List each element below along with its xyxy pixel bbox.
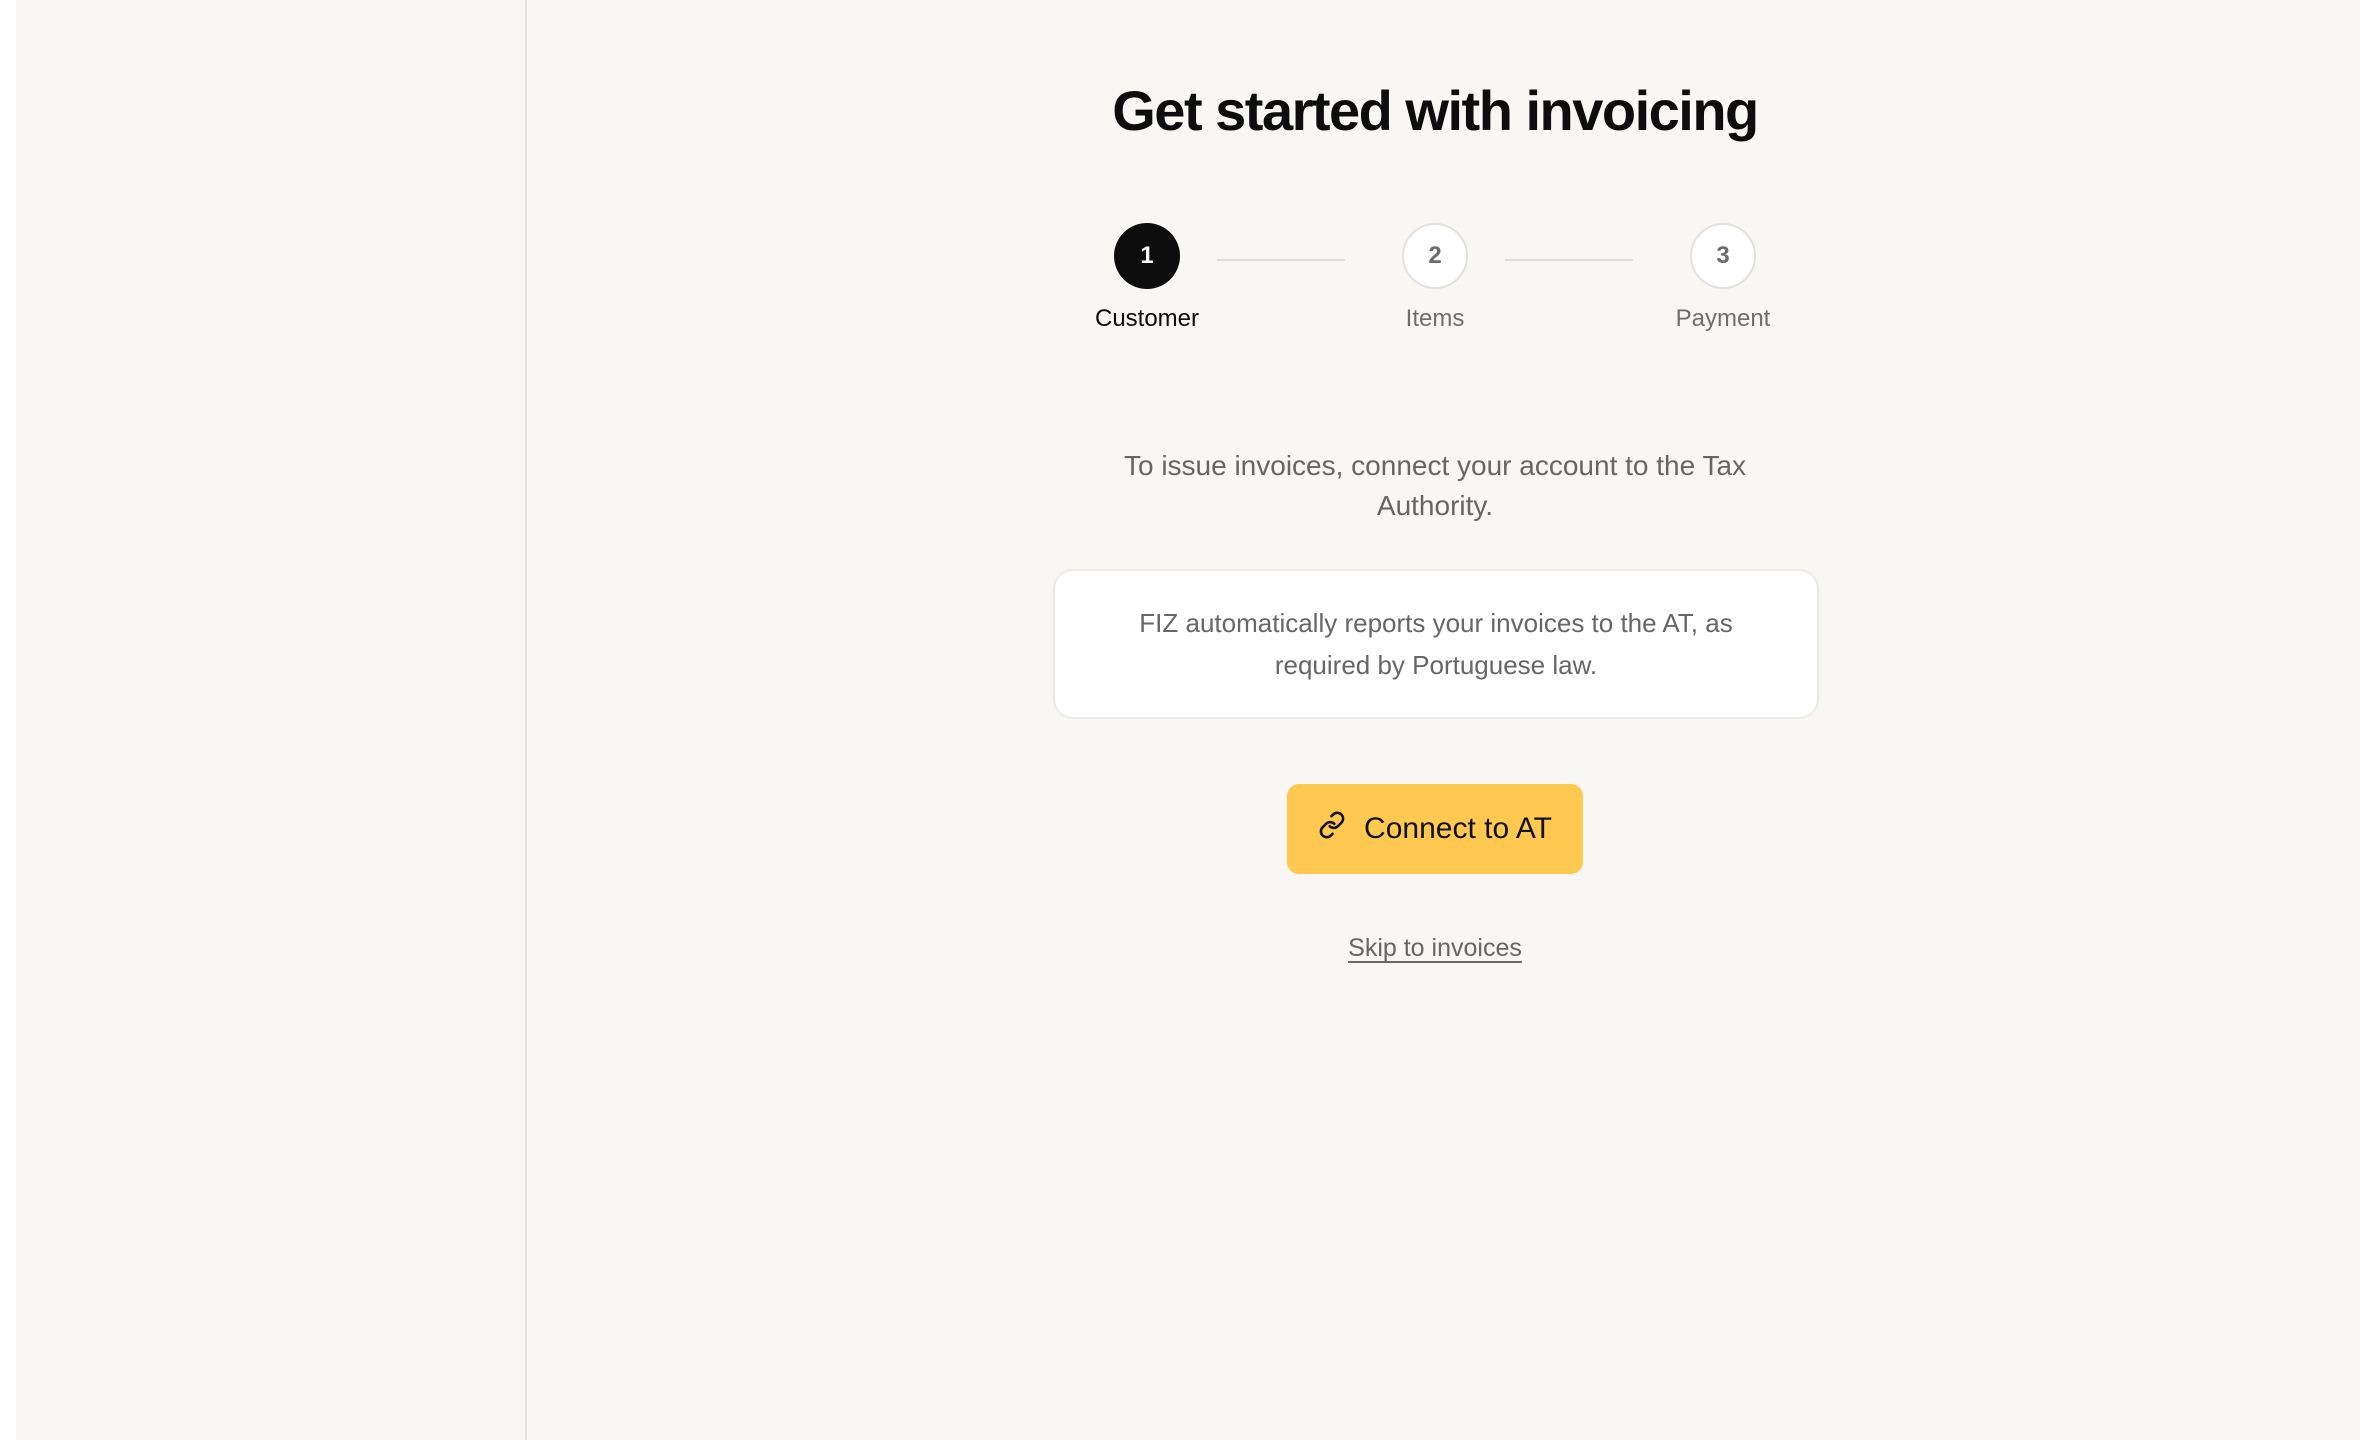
connect-button-label: Connect to AT bbox=[1364, 812, 1552, 845]
info-card: FIZ automatically reports your invoices … bbox=[1053, 569, 1819, 719]
page-title: Get started with invoicing bbox=[1112, 79, 1759, 142]
window-edge bbox=[0, 0, 16, 1440]
main-panel bbox=[528, 0, 2360, 1440]
info-text: FIZ automatically reports your invoices … bbox=[1139, 608, 1733, 680]
step-connector bbox=[1217, 259, 1345, 261]
step-1-circle[interactable]: 1 bbox=[1114, 223, 1180, 289]
step-2-circle[interactable]: 2 bbox=[1402, 223, 1468, 289]
connect-to-at-button[interactable]: Connect to AT bbox=[1287, 784, 1583, 874]
link-icon bbox=[1318, 811, 1346, 847]
step-connector bbox=[1505, 259, 1633, 261]
step-3-circle[interactable]: 3 bbox=[1690, 223, 1756, 289]
sidebar bbox=[16, 0, 527, 1440]
app-window: Get started with invoicing 1 2 3 Custome… bbox=[0, 0, 2360, 1440]
step-3-label: Payment bbox=[1675, 305, 1771, 332]
step-1-label: Customer bbox=[1094, 305, 1200, 332]
skip-to-invoices-link[interactable]: Skip to invoices bbox=[1348, 934, 1522, 963]
intro-text: To issue invoices, connect your account … bbox=[1123, 450, 1747, 521]
step-2-label: Items bbox=[1405, 305, 1465, 332]
